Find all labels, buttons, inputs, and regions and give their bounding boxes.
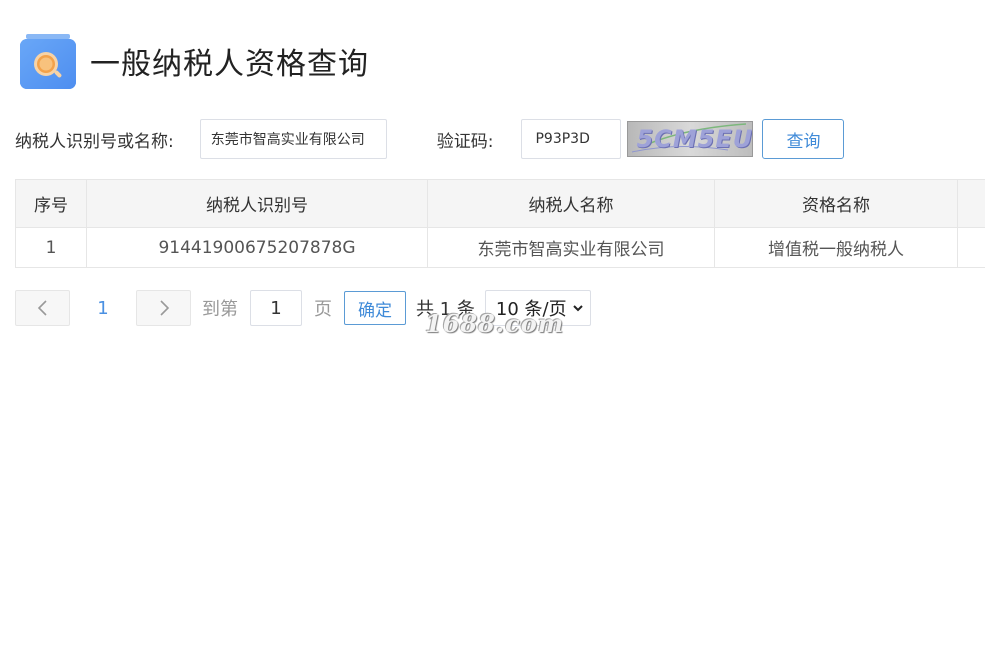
cell-taxpayer-id: 91441900675207878G xyxy=(87,228,428,268)
table-row: 1 91441900675207878G 东莞市智高实业有限公司 增值税一般纳税… xyxy=(16,228,985,268)
query-button[interactable]: 查询 xyxy=(762,119,845,159)
result-table: 序号 纳税人识别号 纳税人名称 资格名称 1 91441900675207878… xyxy=(15,179,985,268)
cell-qualification: 增值税一般纳税人 xyxy=(715,228,958,268)
captcha-image[interactable]: 5CM5EU xyxy=(627,121,754,157)
goto-label: 到第 xyxy=(202,299,238,320)
prev-page-button[interactable] xyxy=(15,290,70,326)
search-form: 纳税人识别号或名称: 东莞市智高实业有限公司 验证码: P93P3D 5CM5E… xyxy=(15,119,845,159)
column-header-qualification: 资格名称 xyxy=(715,180,958,228)
chevron-down-icon xyxy=(573,305,583,312)
captcha-label: 验证码: xyxy=(436,131,494,152)
page-title: 一般纳税人资格查询 xyxy=(90,47,369,82)
column-header-taxpayer-name: 纳税人名称 xyxy=(428,180,715,228)
chevron-right-icon xyxy=(159,300,169,316)
chevron-left-icon xyxy=(37,300,47,316)
cell-extra xyxy=(958,228,985,268)
column-header-index: 序号 xyxy=(16,180,87,228)
column-header-extra xyxy=(958,180,985,228)
captcha-input[interactable]: P93P3D xyxy=(521,119,622,159)
next-page-button[interactable] xyxy=(136,290,191,326)
captcha-text: 5CM5EU xyxy=(636,125,754,153)
cell-index: 1 xyxy=(16,228,87,268)
table-header-row: 序号 纳税人识别号 纳税人名称 资格名称 xyxy=(16,180,985,228)
taxpayer-input[interactable]: 东莞市智高实业有限公司 xyxy=(199,119,387,159)
goto-page-input[interactable]: 1 xyxy=(250,290,302,326)
confirm-button[interactable]: 确定 xyxy=(344,291,406,325)
page-number-1[interactable]: 1 xyxy=(70,298,136,319)
taxpayer-label: 纳税人识别号或名称: xyxy=(15,131,174,152)
page-header: 一般纳税人资格查询 xyxy=(20,33,369,89)
watermark: 1688.com xyxy=(425,309,565,338)
cell-taxpayer-name: 东莞市智高实业有限公司 xyxy=(428,228,715,268)
page-suffix-label: 页 xyxy=(314,299,332,320)
column-header-taxpayer-id: 纳税人识别号 xyxy=(87,180,428,228)
search-document-icon xyxy=(20,33,76,89)
